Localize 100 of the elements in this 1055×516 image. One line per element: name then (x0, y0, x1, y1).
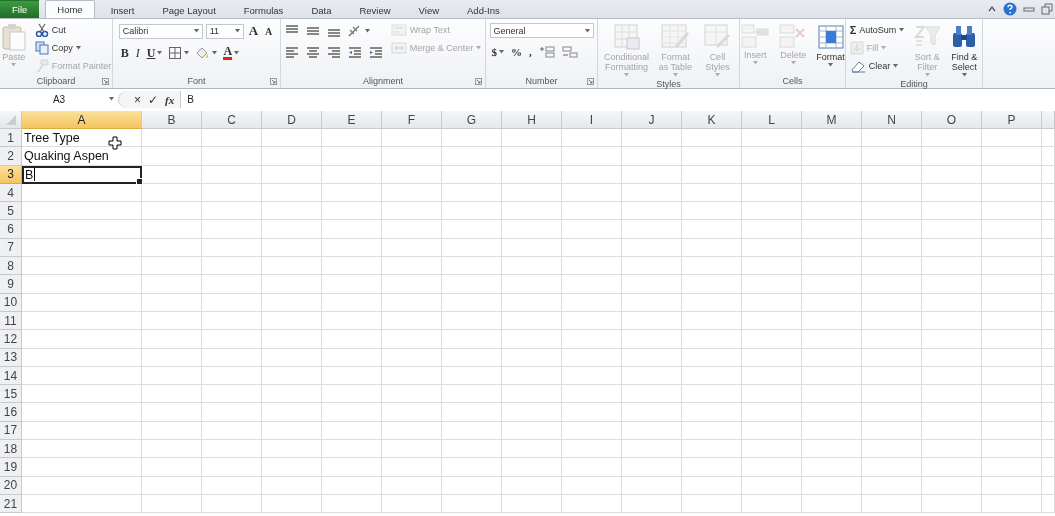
wrap-text-icon (390, 23, 407, 37)
help-icon[interactable] (1003, 2, 1017, 16)
ribbon-tab[interactable]: Home (45, 0, 95, 18)
table-cell (562, 275, 622, 294)
table-cell (142, 275, 202, 294)
table-cell (442, 165, 502, 184)
row-header[interactable]: 12 (0, 330, 22, 349)
enter-button[interactable]: ✓ (147, 92, 160, 107)
minimize-icon[interactable] (1023, 4, 1035, 14)
table-cell (802, 440, 862, 459)
table-cell (502, 257, 562, 276)
table-cell (982, 238, 1042, 258)
column-header[interactable]: O (922, 111, 982, 129)
table-cell (562, 257, 622, 276)
column-header[interactable]: E (322, 111, 382, 129)
insert-function-button[interactable]: fx (164, 93, 176, 106)
ribbon-tab[interactable]: View (406, 1, 452, 18)
row-header[interactable]: 16 (0, 403, 22, 422)
row-header[interactable]: 5 (0, 202, 22, 221)
row-header[interactable]: 1 (0, 129, 22, 148)
table-cell (682, 183, 742, 203)
decrease-decimal-button[interactable] (559, 44, 580, 60)
file-tab[interactable]: File (0, 0, 40, 18)
column-header[interactable]: A (22, 111, 142, 129)
table-cell (622, 257, 682, 276)
ribbon-tab[interactable]: Review (347, 1, 403, 18)
borders-button[interactable] (167, 45, 191, 61)
grow-font-button[interactable]: A (246, 23, 261, 39)
ribbon-button[interactable]: Copy (32, 40, 114, 56)
row-header[interactable]: 19 (0, 458, 22, 477)
column-header[interactable]: N (862, 111, 922, 129)
dialog-launcher-icon[interactable] (270, 78, 277, 85)
column-header[interactable]: J (622, 111, 682, 129)
table-cell (622, 220, 682, 239)
bold-button[interactable]: B (118, 45, 131, 61)
row-header[interactable]: 8 (0, 257, 22, 276)
ribbon-tab[interactable]: Data (299, 1, 344, 18)
row-header[interactable]: 2 (0, 147, 22, 166)
table-cell (502, 494, 562, 514)
restore-icon[interactable] (1041, 3, 1053, 15)
percent-button[interactable]: % (509, 44, 524, 60)
italic-button[interactable]: I (133, 45, 142, 61)
table-cell (382, 330, 442, 349)
currency-button[interactable]: $ (489, 44, 506, 60)
row-header[interactable]: 18 (0, 440, 22, 459)
table-cell (742, 147, 802, 166)
table-cell (262, 202, 322, 221)
row-header[interactable]: 9 (0, 275, 22, 294)
table-cell (202, 257, 262, 276)
shrink-font-button[interactable]: A (263, 23, 275, 39)
table-cell (862, 129, 922, 148)
table-cell (682, 129, 742, 148)
ribbon-button[interactable]: Σ AutoSum (847, 22, 907, 38)
table-cell (322, 183, 382, 203)
column-header[interactable]: F (382, 111, 442, 129)
table-cell (922, 220, 982, 239)
table-cell (202, 494, 262, 514)
ribbon-tab[interactable]: Formulas (231, 1, 296, 18)
dropdown-field[interactable]: General (489, 23, 594, 38)
column-header[interactable]: G (442, 111, 502, 129)
table-cell (142, 476, 202, 495)
table-cell (682, 238, 742, 258)
caret-icon[interactable] (987, 4, 997, 14)
dropdown-field[interactable]: 11 (205, 23, 244, 39)
underline-button[interactable]: U (144, 45, 165, 61)
ribbon-button[interactable]: Format (814, 22, 847, 68)
cancel-button[interactable]: × (133, 92, 142, 107)
ribbon-button[interactable]: Find & Select (948, 22, 981, 78)
dropdown-field[interactable]: Calibri (118, 23, 203, 39)
row-header[interactable]: 6 (0, 220, 22, 239)
comma-style-button[interactable]: , (527, 44, 534, 60)
dialog-launcher-icon[interactable] (102, 78, 109, 85)
font-color-button[interactable]: A (221, 45, 242, 61)
column-header[interactable]: B (142, 111, 202, 129)
dialog-launcher-icon[interactable] (587, 78, 594, 85)
ribbon-tab[interactable]: Add-Ins (455, 1, 512, 18)
dialog-launcher-icon[interactable] (475, 78, 482, 85)
ribbon-button[interactable]: Clear (847, 58, 907, 74)
row-header[interactable]: 15 (0, 385, 22, 404)
column-header[interactable]: H (502, 111, 562, 129)
column-header[interactable]: K (682, 111, 742, 129)
ribbon-tab[interactable]: Insert (98, 1, 147, 18)
column-header[interactable]: P (982, 111, 1042, 129)
table-cell (742, 330, 802, 349)
column-header[interactable]: C (202, 111, 262, 129)
table-cell (202, 238, 262, 258)
ribbon-button[interactable]: Cut (32, 22, 114, 38)
column-header[interactable]: L (742, 111, 802, 129)
table-cell (142, 183, 202, 203)
table-cell (502, 330, 562, 349)
column-header[interactable]: I (562, 111, 622, 129)
table-cell (142, 494, 202, 514)
caret-icon (11, 63, 17, 67)
table-cell (802, 293, 862, 312)
column-header[interactable]: M (802, 111, 862, 129)
column-header[interactable]: D (262, 111, 322, 129)
ribbon-tab[interactable]: Page Layout (150, 1, 228, 18)
active-cell[interactable]: B (22, 165, 142, 184)
table-cell (442, 348, 502, 367)
table-cell (682, 147, 742, 166)
